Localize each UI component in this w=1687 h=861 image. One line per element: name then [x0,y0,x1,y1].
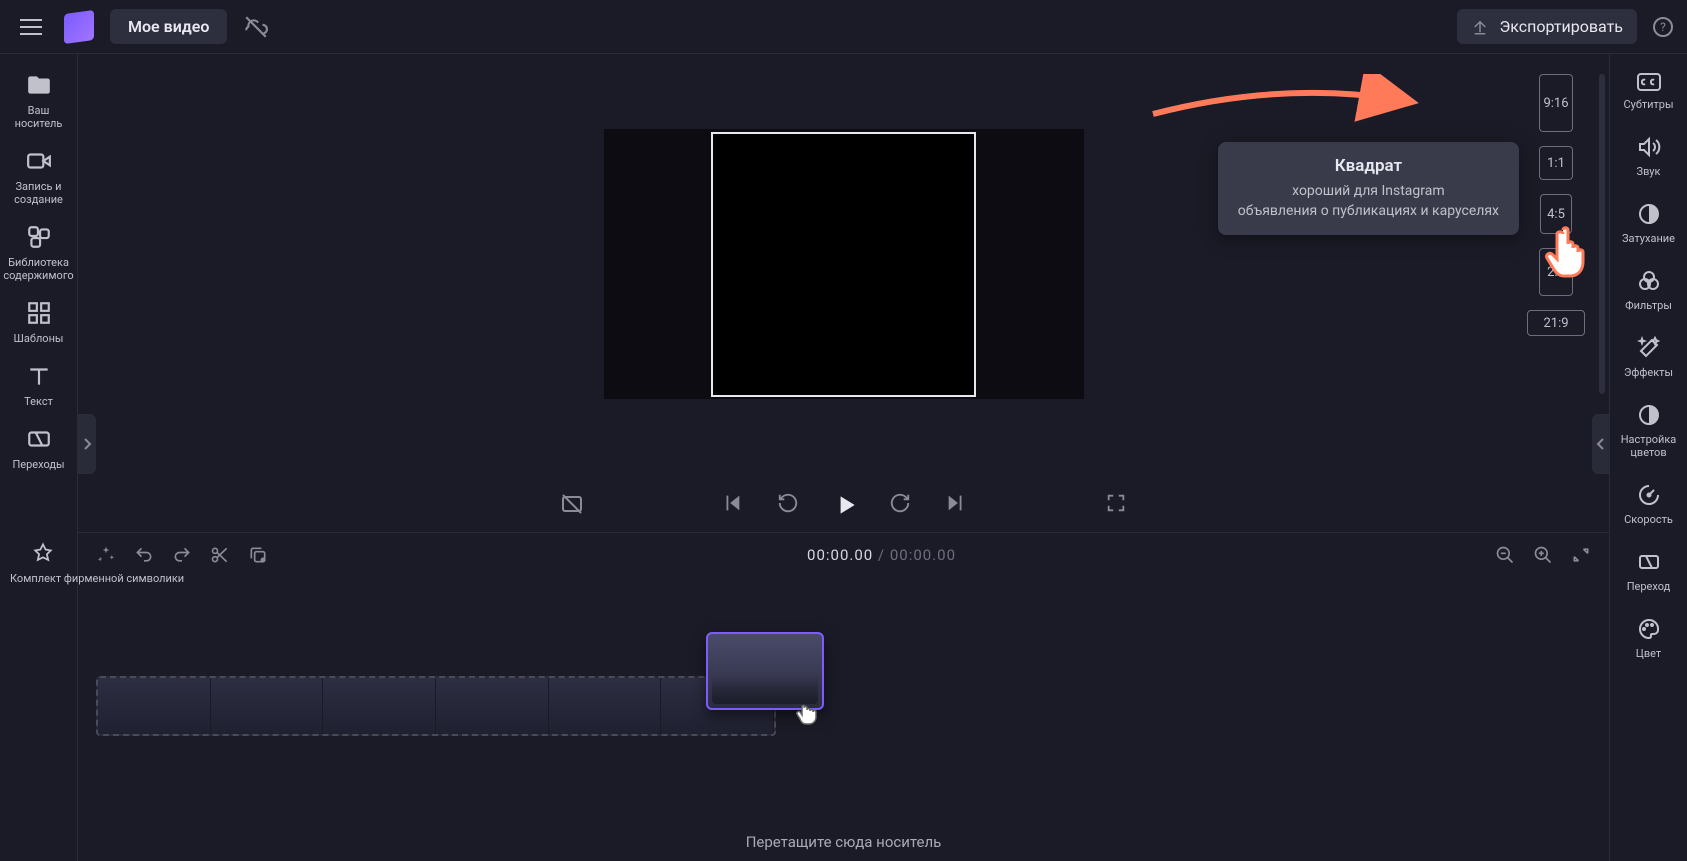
timeline-toolbar: 00:00.00 / 00:00.00 [78,532,1609,576]
grab-cursor-icon [794,696,824,726]
safe-zone-toggle[interactable] [560,492,582,514]
sidebar-item-library[interactable]: Библиотека содержимого [4,224,74,282]
play-button[interactable] [833,492,855,514]
timecode-display: 00:00.00 / 00:00.00 [807,546,956,564]
folder-icon [26,72,52,98]
speaker-icon [1637,135,1661,159]
menu-button[interactable] [14,10,48,44]
fullscreen-button[interactable] [1105,492,1127,514]
aspect-ratio-list: 9:16 1:1 4:5 2:3 21:9 [1527,74,1585,336]
export-button[interactable]: Экспортировать [1457,9,1637,44]
drop-hint-label: Перетащите сюда носитель [78,833,1609,851]
aspect-4-5[interactable]: 4:5 [1540,194,1572,234]
left-sidebar: Ваш носитель Запись и создание Библиотек… [0,54,78,861]
sidebar-item-color-adjust[interactable]: Настройка цветов [1614,403,1684,459]
help-button[interactable]: ? [1653,17,1673,37]
aspect-2-3[interactable]: 2:3 [1539,248,1573,296]
sidebar-item-color[interactable]: Цвет [1614,617,1684,660]
preview-area: 9:16 1:1 4:5 2:3 21:9 Квадрат хороший дл… [78,54,1609,474]
forward-5s-button[interactable] [889,492,911,514]
sidebar-item-media[interactable]: Ваш носитель [4,72,74,130]
prev-frame-button[interactable] [721,492,743,514]
center-area: 9:16 1:1 4:5 2:3 21:9 Квадрат хороший дл… [78,54,1609,861]
sidebar-item-fade[interactable]: Затухание [1614,202,1684,245]
project-title[interactable]: Мое видео [110,9,227,44]
copy-button[interactable] [248,545,268,565]
tooltip-title: Квадрат [1238,156,1499,176]
brandkit-icon [30,540,56,566]
magic-button[interactable] [96,545,116,565]
right-panel-toggle[interactable] [1592,414,1610,474]
sidebar-item-text[interactable]: Текст [4,363,74,408]
timeline-area[interactable]: Перетащите сюда носитель [78,576,1609,861]
library-icon [26,224,52,250]
next-frame-button[interactable] [945,492,967,514]
undo-button[interactable] [134,545,154,565]
preview-canvas[interactable] [711,132,976,397]
aspect-9-16[interactable]: 9:16 [1539,74,1573,132]
split-button[interactable] [210,545,230,565]
sidebar-item-record[interactable]: Запись и создание [4,148,74,206]
gauge-icon [1637,483,1661,507]
back-5s-button[interactable] [777,492,799,514]
camera-icon [26,148,52,174]
cc-icon [1636,72,1662,92]
templates-icon [26,300,52,326]
export-label: Экспортировать [1499,17,1623,36]
aspect-21-9[interactable]: 21:9 [1527,310,1585,336]
zoom-in-button[interactable] [1533,545,1553,565]
app-logo [64,9,94,43]
text-icon [26,363,52,389]
annotation-arrow [1148,74,1428,134]
wand-icon [1637,336,1661,360]
sidebar-item-transition[interactable]: Переход [1614,550,1684,593]
cloud-off-icon[interactable] [243,14,269,40]
sidebar-item-speed[interactable]: Скорость [1614,483,1684,526]
fade-icon [1637,202,1661,226]
sidebar-item-audio[interactable]: Звук [1614,135,1684,178]
filters-icon [1637,269,1661,293]
timeline-track[interactable] [96,676,776,736]
preview-background [604,129,1084,399]
aspect-scrollbar[interactable] [1599,74,1605,394]
top-bar: Мое видео Экспортировать ? [0,0,1687,54]
palette-icon [1637,617,1661,641]
redo-button[interactable] [172,545,192,565]
aspect-1-1[interactable]: 1:1 [1539,146,1573,180]
aspect-tooltip: Квадрат хороший для Instagramобъявления … [1218,142,1519,235]
fit-timeline-button[interactable] [1571,545,1591,565]
sidebar-item-effects[interactable]: Эффекты [1614,336,1684,379]
sidebar-item-templates[interactable]: Шаблоны [4,300,74,345]
contrast-icon [1637,403,1661,427]
sidebar-item-filters[interactable]: Фильтры [1614,269,1684,312]
transport-controls [78,474,1609,532]
zoom-out-button[interactable] [1495,545,1515,565]
transition-icon [1637,550,1661,574]
upload-icon [1471,18,1489,36]
transitions-icon [26,426,52,452]
right-sidebar: Субтитры Звук Затухание Фильтры Эффекты … [1609,54,1687,861]
sidebar-item-subtitles[interactable]: Субтитры [1614,72,1684,111]
sidebar-item-transitions[interactable]: Переходы [4,426,74,471]
